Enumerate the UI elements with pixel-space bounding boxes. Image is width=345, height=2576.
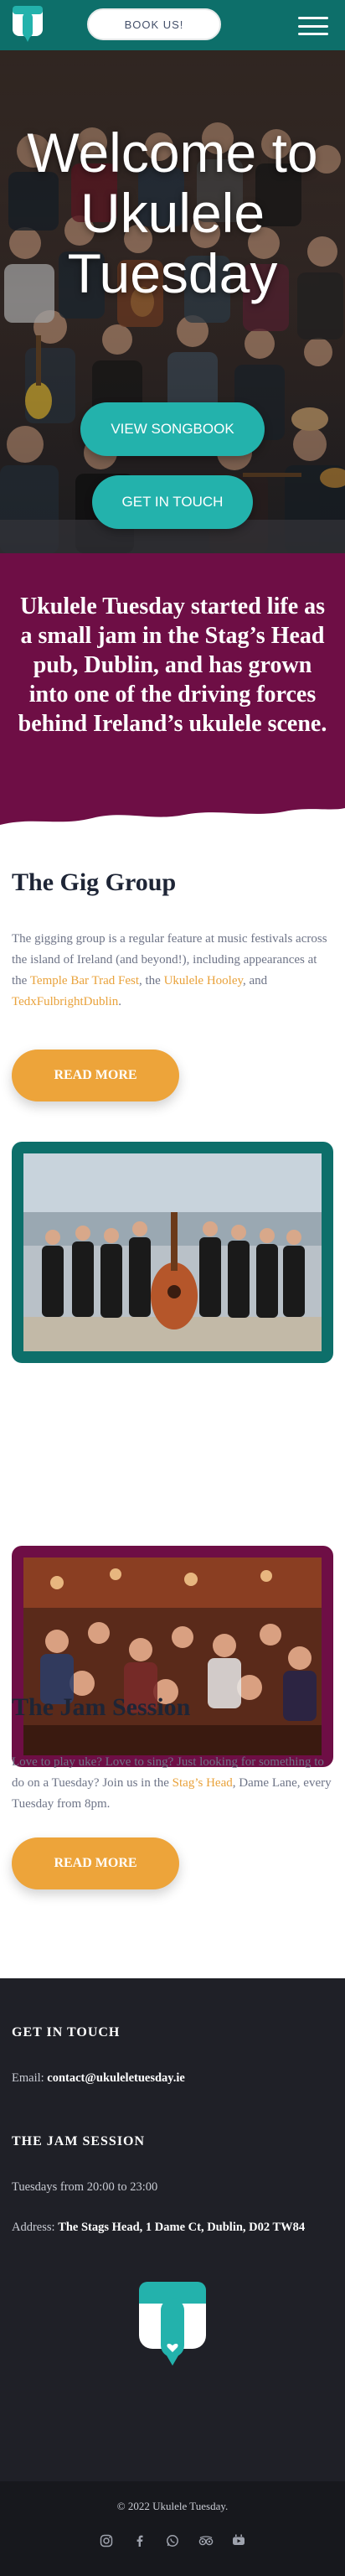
intro-section: Ukulele Tuesday started life as a small …: [0, 553, 345, 838]
book-us-button[interactable]: BOOK US!: [87, 8, 221, 40]
footer-bottom: © 2022 Ukulele Tuesday.: [0, 2481, 345, 2576]
hero-title: Welcome to Ukulele Tuesday: [27, 122, 318, 304]
gig-group-photo: [23, 1153, 322, 1351]
footer-info: GET IN TOUCH Email: contact@ukuleletuesd…: [0, 1978, 345, 2481]
email-link[interactable]: contact@ukuleletuesday.ie: [47, 2071, 185, 2085]
footer-jam-session-heading: THE JAM SESSION: [12, 2134, 146, 2148]
footer-address: Address: The Stags Head, 1 Dame Ct, Dubl…: [12, 2218, 338, 2237]
get-in-touch-button[interactable]: GET IN TOUCH: [92, 475, 253, 529]
jam-session-section: The Jam Session Love to play uke? Love t…: [0, 1693, 345, 1978]
footer-email: Email: contact@ukuleletuesday.ie: [12, 2069, 338, 2087]
ukulele-tuesday-logo-icon[interactable]: [12, 5, 44, 45]
address-label: Address:: [12, 2221, 59, 2234]
tedx-fulbright-dublin-link[interactable]: TedxFulbrightDublin: [12, 995, 118, 1008]
jam-session-title: The Jam Session: [12, 1693, 191, 1721]
footer: GET IN TOUCH Email: contact@ukuleletuesd…: [0, 1978, 345, 2576]
tripadvisor-icon[interactable]: [198, 2533, 214, 2548]
facebook-icon[interactable]: [132, 2533, 147, 2548]
jam-session-text: Love to play uke? Love to sing? Just loo…: [12, 1752, 332, 1815]
youtube-icon[interactable]: [231, 2533, 246, 2548]
gig-photo-frame: [12, 1142, 333, 1363]
view-songbook-button[interactable]: VIEW SONGBOOK: [80, 402, 265, 456]
wave-divider: [0, 808, 345, 838]
whatsapp-icon[interactable]: [165, 2533, 180, 2548]
jam-read-more-button[interactable]: READ MORE: [12, 1837, 179, 1889]
gig-read-more-button[interactable]: READ MORE: [12, 1050, 179, 1101]
address-value: The Stags Head, 1 Dame Ct, Dublin, D02 T…: [58, 2221, 306, 2234]
ukulele-hooley-link[interactable]: Ukulele Hooley: [164, 974, 243, 987]
footer-times: Tuesdays from 20:00 to 23:00: [12, 2180, 158, 2194]
gig-group-section: The Gig Group The gigging group is a reg…: [0, 838, 345, 1767]
stags-head-link[interactable]: Stag’s Head: [172, 1776, 233, 1790]
ukulele-tuesday-logo-icon[interactable]: [139, 2282, 206, 2374]
hamburger-menu-icon[interactable]: [298, 17, 328, 35]
gig-text-part: .: [118, 995, 122, 1008]
hero-section: Welcome to Ukulele Tuesday VIEW SONGBOOK…: [0, 50, 345, 553]
instagram-icon[interactable]: [99, 2533, 114, 2548]
top-navbar: BOOK US!: [0, 0, 345, 50]
footer-get-in-touch-heading: GET IN TOUCH: [12, 2025, 121, 2040]
copyright-text: © 2022 Ukulele Tuesday.: [116, 2500, 229, 2512]
gig-group-title: The Gig Group: [12, 868, 177, 896]
gig-text-part: , the: [139, 974, 164, 987]
social-links: [99, 2533, 246, 2548]
temple-bar-trad-fest-link[interactable]: Temple Bar Trad Fest: [30, 974, 139, 987]
email-label: Email:: [12, 2071, 48, 2085]
gig-group-text: The gigging group is a regular feature a…: [12, 929, 332, 1013]
gig-text-part: , and: [243, 974, 268, 987]
intro-text: Ukulele Tuesday started life as a small …: [18, 593, 327, 737]
